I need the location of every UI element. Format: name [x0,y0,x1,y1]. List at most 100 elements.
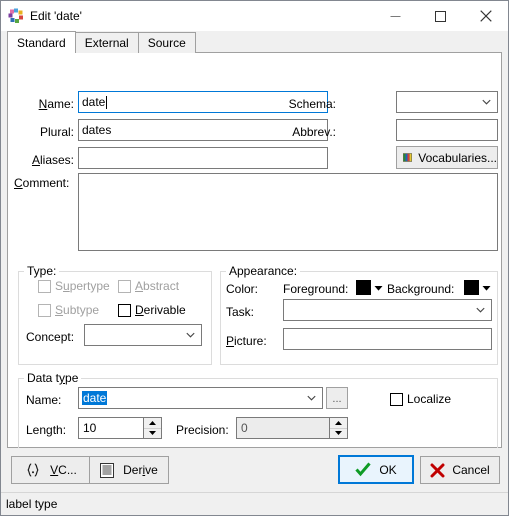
vocabularies-button[interactable]: Vocabularies... [396,146,498,169]
localize-checkbox[interactable]: Localize [390,392,451,406]
derivable-checkbox[interactable]: Derivable [118,303,186,317]
caret-up-icon [149,420,156,425]
tab-standard-label: Standard [17,35,66,50]
cancel-button[interactable]: Cancel [420,456,500,484]
chevron-down-icon [307,395,316,401]
foreground-color-swatch[interactable] [356,280,371,295]
chevron-down-icon [476,307,485,313]
ok-button-label: OK [379,462,397,477]
plural-input-value: dates [82,123,112,137]
precision-value: 0 [241,421,248,435]
color-label: Color: [226,282,259,296]
tab-strip: Standard External Source [1,31,508,53]
datatype-browse-button-label: ... [332,393,342,405]
tab-source-label: Source [147,36,186,50]
precision-spinner-up[interactable] [330,418,347,428]
close-button[interactable] [463,1,508,31]
vocabularies-button-label: Vocabularies... [418,150,497,165]
name-input-value: date [82,95,106,109]
close-icon [479,10,492,22]
caret-down-icon [149,431,156,436]
schema-label: Schema: [288,97,336,111]
localize-checkbox-label: Localize [407,392,452,406]
cancel-button-label: Cancel [452,463,490,477]
length-value: 10 [83,421,97,435]
supertype-checkbox[interactable]: Supertype [38,279,110,293]
length-spinner[interactable]: 10 [78,417,162,439]
aliases-input[interactable] [78,147,328,169]
datatype-browse-button[interactable]: ... [326,387,348,409]
picture-input[interactable] [283,328,492,350]
caption-buttons [373,1,508,31]
maximize-button[interactable] [418,1,463,31]
length-label: Length: [26,423,67,437]
derive-button[interactable]: Derive [89,456,169,484]
length-spinner-down[interactable] [144,427,161,439]
standard-tab-page: Name: date Schema: Plural: dates Abbrev.… [7,53,502,450]
status-bar: label type [1,492,508,515]
length-spinner-buttons [143,418,161,438]
type-group-title: Type: [24,264,60,278]
comment-label: Comment: [14,176,70,190]
tab-external[interactable]: External [74,32,139,53]
tab-standard[interactable]: Standard [7,31,76,53]
aliases-label: Aliases: [31,153,74,167]
name-label: Name: [38,97,74,111]
precision-spinner-down[interactable] [330,427,347,439]
length-spinner-up[interactable] [144,418,161,428]
foreground-dropdown-arrow-icon[interactable] [374,284,383,293]
minimize-button[interactable] [373,1,418,31]
supertype-checkbox-box [38,279,51,293]
chevron-down-icon [482,99,491,105]
precision-label: Precision: [176,423,229,437]
derive-button-label: Derive [123,463,158,477]
tab-source[interactable]: Source [137,32,196,53]
task-label: Task: [226,305,255,319]
datatype-group-title: Data type [24,371,82,385]
caret-down-icon [335,431,342,436]
picture-label: Picture: [226,334,267,348]
background-dropdown-arrow-icon[interactable] [482,284,491,293]
red-x-icon [430,463,445,477]
edit-date-dialog: Edit 'date' Standard External Source Nam… [0,0,509,516]
abbrev-input[interactable] [396,119,498,141]
tab-external-label: External [84,36,129,50]
concept-combobox[interactable] [84,324,202,346]
subtype-checkbox-box [38,303,51,317]
braces-icon [27,463,39,477]
derivable-checkbox-box [118,303,131,317]
vc-button-label: VC... [50,463,77,477]
palette-flower-icon [8,8,24,24]
text-caret [106,95,108,109]
maximize-icon [435,10,446,22]
plural-label: Plural: [39,125,74,139]
datatype-name-label: Name: [26,393,62,407]
derivable-checkbox-label: Derivable [135,303,186,317]
datatype-name-value: date [82,391,108,405]
dialog-button-bar: VC... Derive OK Cancel [1,448,508,492]
ok-button[interactable]: OK [338,455,414,484]
comment-textarea[interactable] [78,173,498,251]
foreground-label: Foreground: [283,282,349,296]
caret-up-icon [335,420,342,425]
list-document-icon [100,462,115,478]
concept-label: Concept: [26,330,75,344]
vc-button[interactable]: VC... [11,456,91,484]
background-color-swatch[interactable] [464,280,479,295]
schema-combobox[interactable] [396,91,498,113]
appearance-group-title: Appearance: [226,264,301,278]
abstract-checkbox[interactable]: Abstract [118,279,179,293]
datatype-name-combobox[interactable]: date [78,387,323,409]
precision-spinner[interactable]: 0 [236,417,348,439]
books-icon [403,153,413,162]
abbrev-label: Abbrev.: [292,125,336,139]
green-check-icon [355,462,371,477]
abstract-checkbox-box [118,279,131,293]
background-label: Background: [387,282,455,296]
subtype-checkbox[interactable]: Subtype [38,303,99,317]
abstract-checkbox-label: Abstract [135,279,180,293]
task-combobox[interactable] [283,299,492,321]
status-bar-text: label type [6,497,58,511]
localize-checkbox-box [390,392,403,406]
chevron-down-icon [186,332,195,338]
